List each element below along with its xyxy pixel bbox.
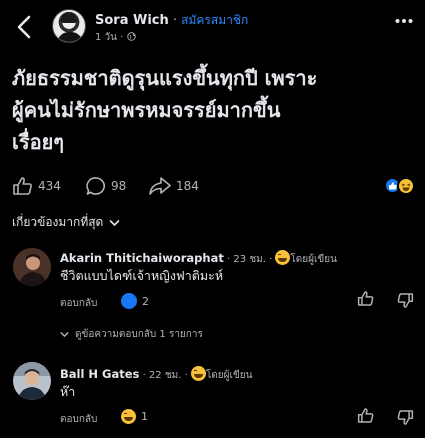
comment-reactions[interactable]: 1 — [121, 409, 148, 424]
share-count: 184 — [176, 179, 199, 193]
reply-button[interactable]: ตอบกลับ — [60, 412, 97, 427]
view-replies-label: ดูข้อความตอบกลับ 1 รายการ — [75, 329, 203, 340]
author-line: Sora Wich · สมัครสมาชิก — [95, 11, 248, 30]
comment-header: Ball H Gates · 22 ชม. · โดยผู้เขียน — [60, 363, 252, 383]
like-icon — [13, 177, 32, 195]
sort-label: เกี่ยวข้องมากที่สุด — [12, 215, 104, 229]
commenter-avatar[interactable] — [13, 362, 51, 400]
chevron-down-icon — [60, 332, 69, 338]
author-separator: · — [168, 13, 182, 28]
chevron-down-icon — [110, 219, 120, 226]
post-line: เรื่อยๆ — [12, 130, 65, 154]
haha-emoji-icon — [121, 409, 136, 424]
globe-icon — [126, 32, 136, 41]
commenter-name[interactable]: Ball H Gates — [60, 367, 139, 381]
meta-separator: · — [117, 32, 127, 43]
comment-icon — [86, 177, 106, 195]
author-badge: โดยผู้เขียน — [205, 370, 253, 381]
like-icon — [357, 408, 374, 423]
reply-button[interactable]: ตอบกลับ — [60, 296, 97, 311]
post-meta: 1 วัน · — [95, 30, 136, 45]
back-arrow-icon — [17, 15, 31, 39]
like-icon — [357, 291, 374, 306]
comment-reactions[interactable]: 2 — [121, 293, 149, 309]
comment-button[interactable]: 98 — [85, 176, 126, 196]
share-icon — [149, 177, 171, 195]
post-line: ภัยธรรมชาติดูรุนแรงขึ้นทุกปี เพราะ — [12, 66, 318, 90]
back-button[interactable] — [12, 12, 38, 42]
author-badge: โดยผู้เขียน — [290, 254, 337, 265]
dislike-icon — [397, 293, 414, 308]
haha-emoji-icon — [275, 250, 291, 265]
haha-emoji-icon — [190, 366, 206, 381]
comment-dislike-button[interactable] — [396, 292, 414, 309]
share-button[interactable]: 184 — [148, 176, 199, 196]
view-replies-link[interactable]: ดูข้อความตอบกลับ 1 รายการ — [60, 327, 203, 342]
more-options-button[interactable] — [395, 18, 413, 24]
commenter-avatar[interactable] — [13, 248, 51, 286]
dislike-icon — [397, 410, 414, 425]
like-button[interactable]: 434 — [12, 176, 61, 196]
comment-reaction-count: 1 — [141, 410, 148, 423]
haha-reaction-icon — [397, 177, 415, 195]
comment-time: · 22 ชม. · — [139, 370, 191, 381]
reaction-summary[interactable] — [384, 176, 418, 196]
comment-text: ชีวิตแบบไดฑ์เจ้าหญิงฟาติมะห์ — [60, 268, 224, 283]
comment-sort-dropdown[interactable]: เกี่ยวข้องมากที่สุด — [12, 213, 120, 232]
more-icon — [395, 19, 413, 23]
subscribe-link[interactable]: สมัครสมาชิก — [181, 13, 248, 27]
comment-text: ห๊า — [60, 384, 76, 399]
comment-count: 98 — [111, 179, 127, 193]
post-time[interactable]: 1 วัน — [95, 32, 117, 43]
author-name[interactable]: Sora Wich — [95, 13, 169, 28]
like-count: 434 — [38, 179, 61, 193]
comment-header: Akarin Thitichaiworaphat · 23 ชม. · โดยผ… — [60, 247, 337, 267]
comment-reaction-count: 2 — [142, 294, 149, 308]
post-line: ผู้คนไม่รักษาพรหมจรรย์มากขึ้น — [12, 98, 281, 122]
comment-time: · 23 ชม. · — [223, 254, 276, 265]
comment-like-button[interactable] — [357, 407, 375, 424]
author-avatar[interactable] — [52, 9, 86, 43]
comment-dislike-button[interactable] — [396, 409, 414, 426]
comment-like-button[interactable] — [357, 290, 375, 307]
commenter-name[interactable]: Akarin Thitichaiworaphat — [60, 251, 224, 265]
post-text: ภัยธรรมชาติดูรุนแรงขึ้นทุกปี เพราะ ผู้คน… — [12, 62, 417, 158]
like-reaction-icon — [121, 293, 137, 309]
